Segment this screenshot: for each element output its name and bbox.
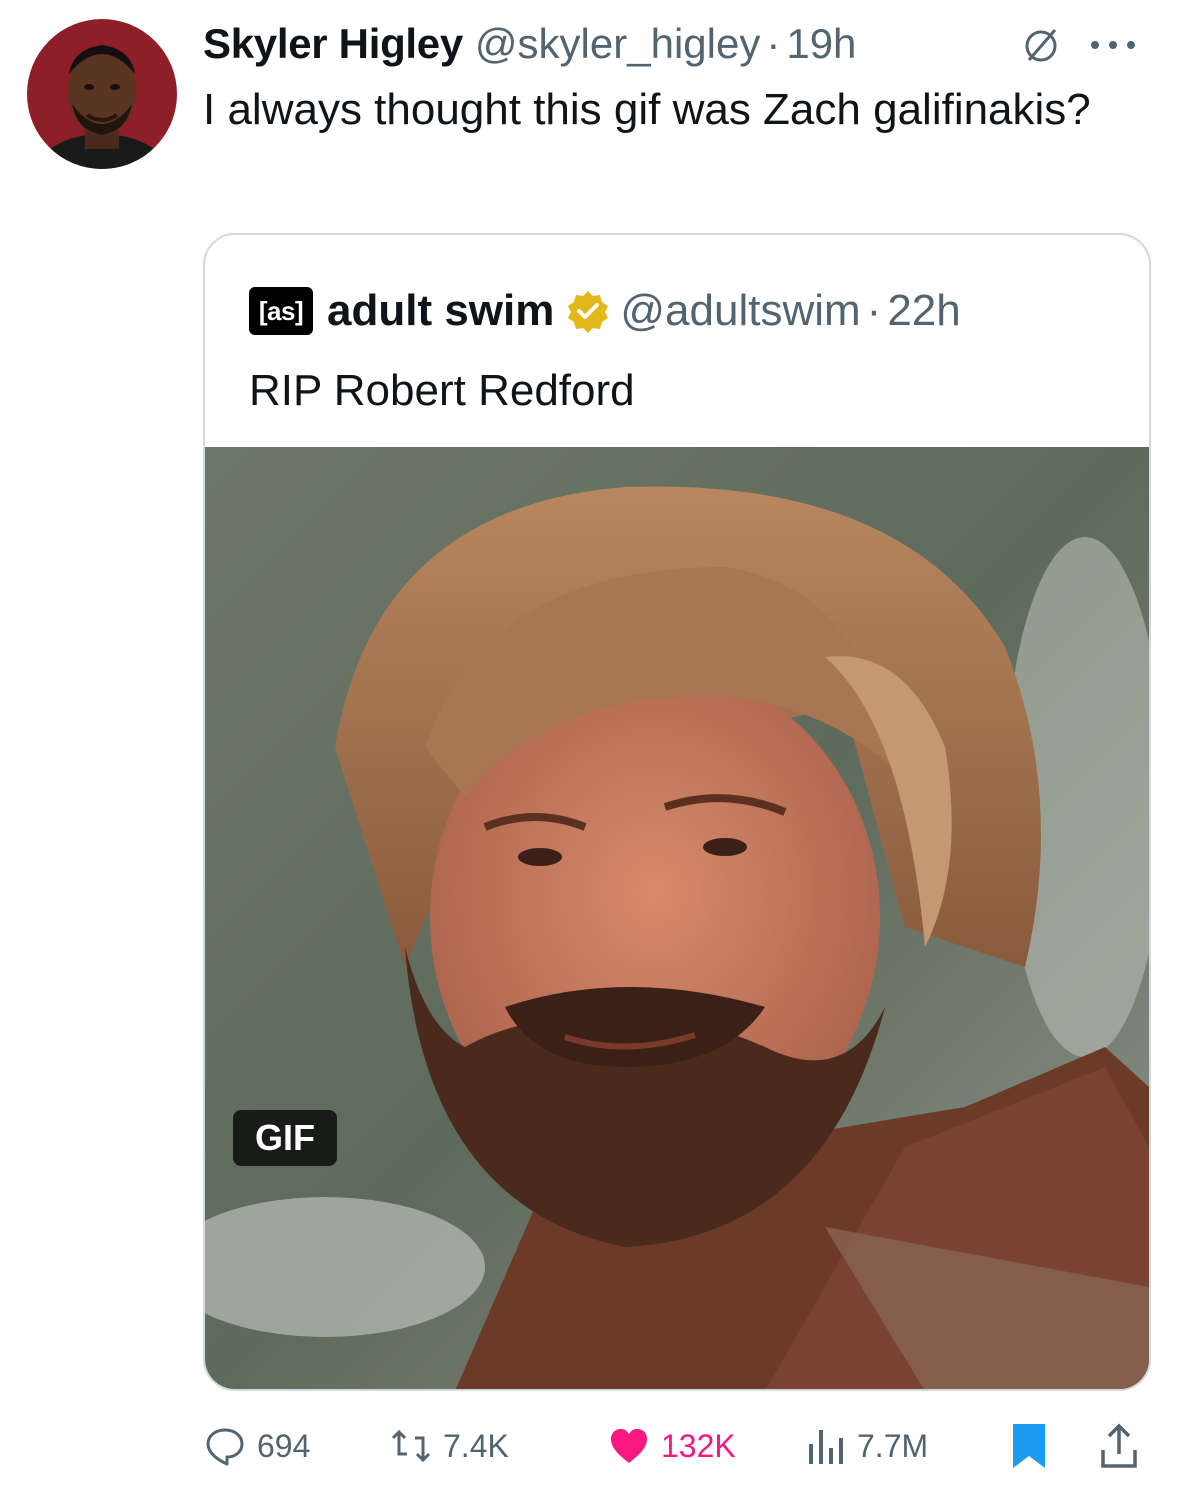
analytics-icon xyxy=(809,1430,843,1464)
quoted-author-name[interactable]: adult swim xyxy=(327,286,554,336)
author-name[interactable]: Skyler Higley xyxy=(203,20,463,68)
view-count: 7.7M xyxy=(857,1427,929,1464)
verified-badge-icon xyxy=(568,291,609,333)
reply-count: 694 xyxy=(257,1427,311,1464)
adult-swim-logo[interactable]: [as] xyxy=(249,287,313,335)
quoted-tweet-timestamp[interactable]: 22h xyxy=(887,286,960,336)
author-handle[interactable]: @skyler_higley xyxy=(475,20,760,68)
views-button[interactable]: 7.7M xyxy=(803,1418,928,1474)
share-icon[interactable] xyxy=(1097,1422,1141,1470)
separator-dot: · xyxy=(866,286,882,335)
quoted-author-handle[interactable]: @adultswim xyxy=(620,286,860,336)
repost-count: 7.4K xyxy=(443,1427,509,1464)
tweet-timestamp[interactable]: 19h xyxy=(786,20,856,68)
quoted-tweet-card[interactable]: [as] adult swim @adultswim · 22h RIP Rob… xyxy=(203,233,1151,1391)
gif-media[interactable] xyxy=(205,447,1149,1389)
author-avatar[interactable] xyxy=(27,19,177,169)
heart-icon xyxy=(611,1429,647,1463)
reply-icon xyxy=(206,1428,244,1466)
repost-icon xyxy=(391,1429,431,1463)
bookmark-icon[interactable] xyxy=(1007,1422,1051,1470)
more-icon[interactable] xyxy=(1085,34,1141,56)
tweet-text: I always thought this gif was Zach galif… xyxy=(203,85,1091,134)
gif-badge: GIF xyxy=(233,1110,337,1166)
reply-button[interactable]: 694 xyxy=(203,1418,310,1474)
grok-icon[interactable] xyxy=(1021,26,1061,66)
like-count: 132K xyxy=(661,1427,736,1464)
tweet-actions: 694 7.4K 132K 7.7M xyxy=(203,1418,1153,1474)
repost-button[interactable]: 7.4K xyxy=(389,1418,509,1474)
quoted-tweet-text: RIP Robert Redford xyxy=(249,366,635,415)
like-button[interactable]: 132K xyxy=(607,1418,736,1474)
tweet-header: Skyler Higley @skyler_higley · 19h xyxy=(203,14,1163,74)
separator-dot: · xyxy=(766,20,781,67)
quoted-tweet-header: [as] adult swim @adultswim · 22h xyxy=(249,285,961,337)
